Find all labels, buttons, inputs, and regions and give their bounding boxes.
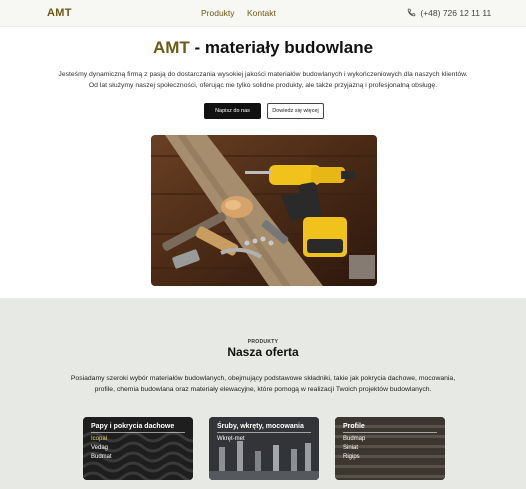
logo[interactable]: AMT	[47, 7, 72, 19]
hero-description-line-1: Jesteśmy dynamiczną firmą z pasją do dos…	[58, 71, 468, 78]
card-item-wkret-met[interactable]: Wkręt-met	[217, 436, 245, 442]
product-card-screws[interactable]: Śruby, wkręty, mocowania Wkręt-met	[209, 417, 319, 480]
phone-number: (+48) 726 12 11 11	[420, 8, 492, 18]
card-item-icopal[interactable]: Icopal	[91, 436, 107, 442]
offer-title: Nasza oferta	[227, 345, 299, 359]
hero-title: AMT - materiały budowlane	[0, 38, 526, 58]
card-item-rigips[interactable]: Rigips	[343, 454, 360, 460]
product-card-roofing[interactable]: Papy i pokrycia dachowe Icopal Vedag Bud…	[83, 417, 193, 480]
card-title: Profile	[343, 423, 365, 430]
card-item-siniat[interactable]: Siniat	[343, 445, 358, 451]
tools-photo-icon	[151, 135, 377, 286]
card-item-budmap[interactable]: Budmap	[343, 436, 365, 442]
hero-description: Jesteśmy dynamiczną firmą z pasją do dos…	[40, 70, 486, 91]
phone-icon	[407, 8, 416, 17]
product-card-profiles[interactable]: Profile Budmap Siniat Rigips	[335, 417, 445, 480]
card-item-vedag[interactable]: Vedag	[91, 445, 108, 451]
card-title: Śruby, wkręty, mocowania	[217, 423, 304, 430]
offer-description-line-1: Posiadamy szeroki wybór materiałów budow…	[70, 375, 456, 382]
write-to-us-button[interactable]: Napisz do nas	[204, 103, 261, 119]
card-divider	[91, 432, 185, 433]
hero-tools-image	[151, 135, 377, 286]
card-item-budmat[interactable]: Budmat	[91, 454, 112, 460]
top-navbar: AMT Produkty Kontakt (+48) 726 12 11 11	[0, 0, 526, 27]
card-title: Papy i pokrycia dachowe	[91, 423, 175, 430]
hero-description-line-2: Od lat służymy naszej społeczności, ofer…	[88, 81, 438, 89]
phone-contact[interactable]: (+48) 726 12 11 11	[407, 8, 491, 18]
offer-description-line-2: profile, chemia budowlana oraz materiały…	[94, 385, 432, 393]
offer-section: PRODUKTY Nasza oferta Posiadamy szeroki …	[0, 298, 526, 489]
hero-title-brand: AMT	[152, 38, 190, 57]
nav-link-products[interactable]: Produkty	[201, 8, 235, 18]
card-divider	[217, 432, 311, 433]
nav-link-contact[interactable]: Kontakt	[247, 8, 276, 18]
hero-title-rest: - materiały budowlane	[189, 38, 374, 57]
card-divider	[343, 432, 437, 433]
offer-description: Posiadamy szeroki wybór materiałów budow…	[55, 374, 471, 395]
learn-more-button[interactable]: Dowiedz się więcej	[267, 103, 324, 119]
